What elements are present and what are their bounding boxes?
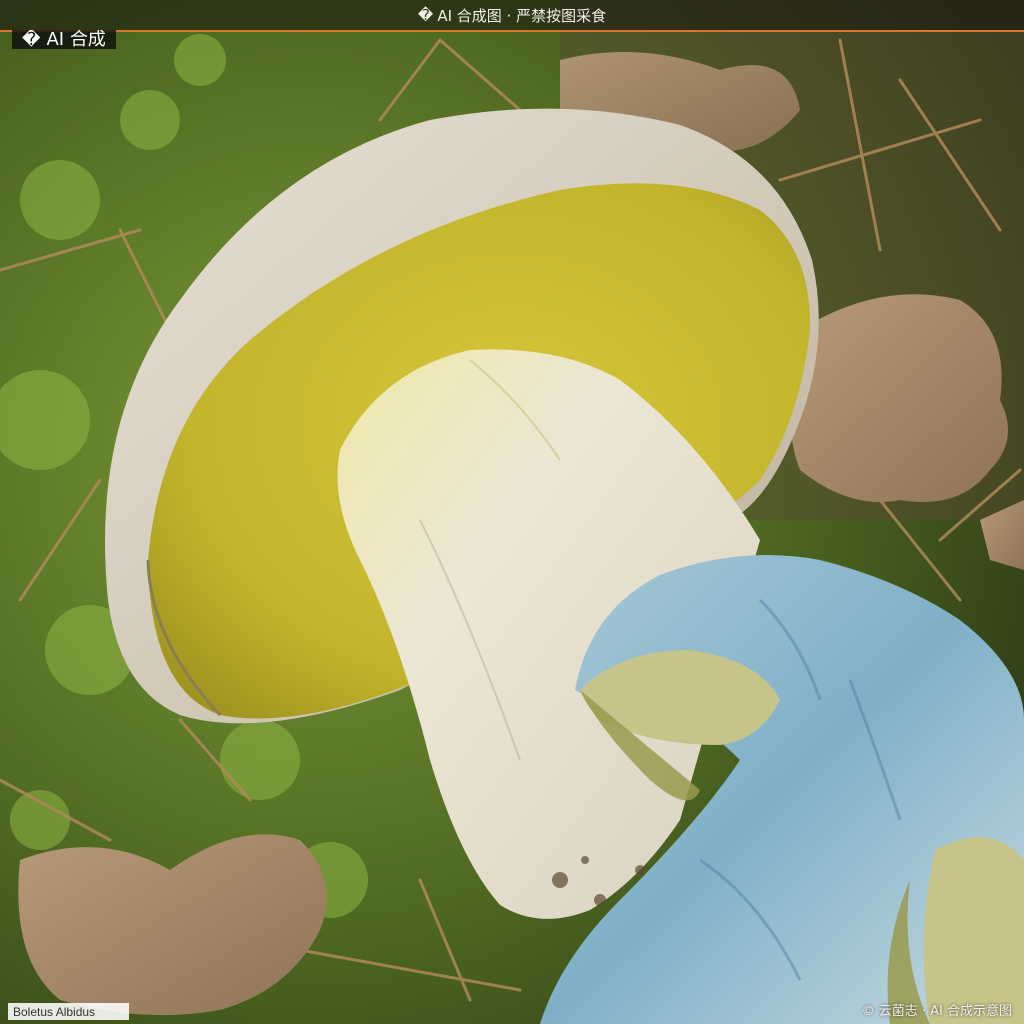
info-icon: �: [22, 30, 41, 49]
ai-badge-text: AI 合成: [46, 30, 106, 49]
ai-warning-text: AI 合成图 · 严禁按图采食: [437, 6, 607, 25]
ai-warning-banner: � AI 合成图 · 严禁按图采食: [0, 0, 1024, 32]
info-icon: �: [417, 6, 434, 24]
ai-badge: � AI 合成: [12, 30, 116, 49]
species-label: Boletus Albidus: [8, 1003, 129, 1020]
mushroom-photo: [0, 0, 1024, 1024]
credit-text: © 云菌志 · AI 合成示意图: [861, 1004, 1012, 1019]
